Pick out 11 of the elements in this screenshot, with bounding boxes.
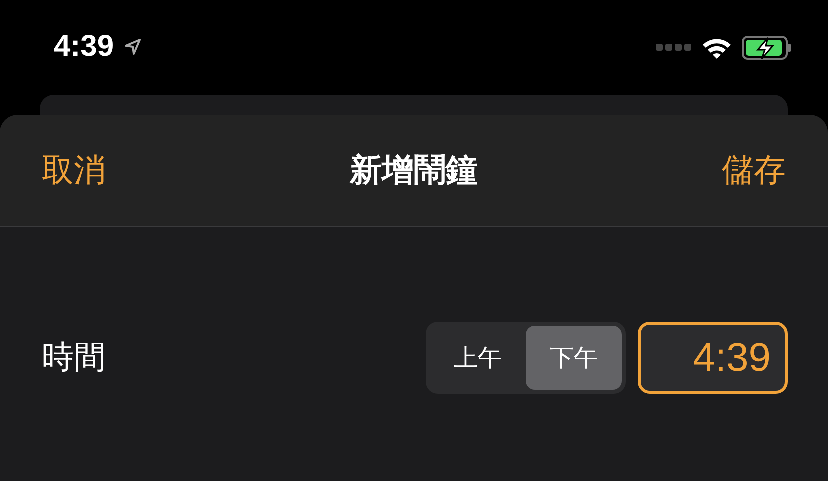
period-segment[interactable]: 下午	[526, 326, 622, 390]
battery-icon	[742, 36, 792, 60]
save-button[interactable]: 儲存	[722, 148, 786, 192]
wifi-icon	[702, 37, 732, 59]
signal-dots-icon	[656, 44, 692, 52]
time-picker[interactable]: 4:39	[638, 322, 788, 394]
sheet-title: 新增鬧鐘	[350, 150, 478, 190]
time-label: 時間	[42, 337, 106, 378]
status-time: 4:39	[54, 30, 114, 64]
period-segment[interactable]: 上午	[430, 326, 526, 390]
cancel-button[interactable]: 取消	[42, 148, 106, 192]
